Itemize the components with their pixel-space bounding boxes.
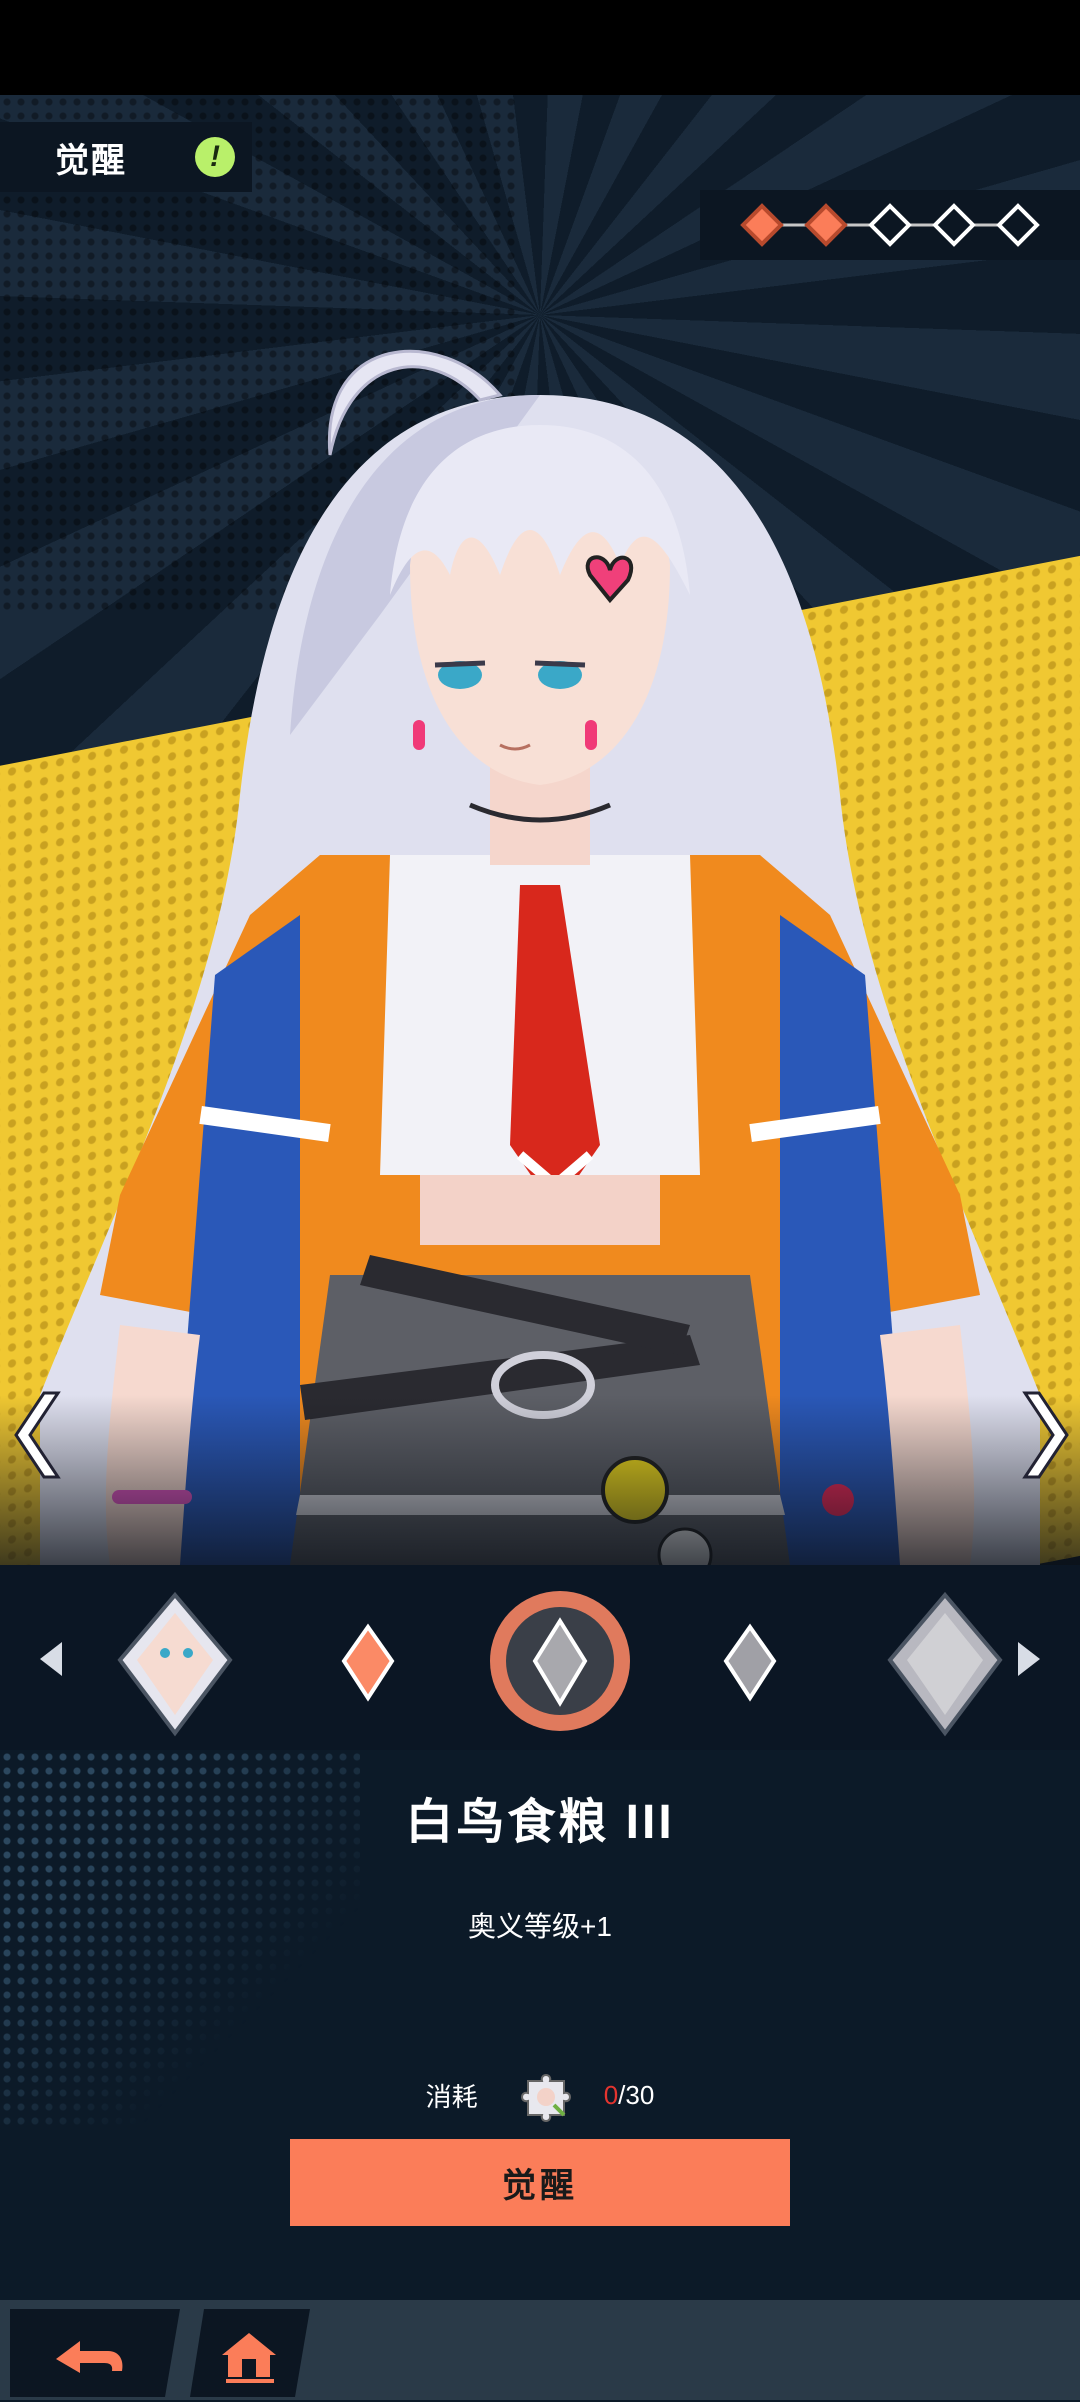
selector-next-arrow[interactable] [1018, 1642, 1040, 1676]
progress-diamond-filled [804, 203, 848, 247]
page-title: 觉醒 [55, 141, 127, 180]
character-stage [0, 95, 1080, 1565]
puzzle-fragment-icon [520, 2074, 571, 2122]
stage-floor-shadow [0, 1395, 1080, 1565]
skill-effect: 奥义等级+1 [468, 1911, 612, 1942]
awaken-node-2[interactable] [341, 1623, 395, 1702]
alert-badge[interactable]: ! [195, 137, 235, 177]
next-character-button[interactable] [1015, 1385, 1075, 1485]
cost-count: 0/30 [604, 2080, 655, 2111]
awaken-node-selector [0, 1565, 1080, 1750]
awaken-node-4[interactable] [723, 1623, 777, 1702]
awaken-node-5-portrait[interactable] [887, 1591, 1003, 1737]
back-button[interactable] [0, 2305, 180, 2397]
selector-prev-arrow[interactable] [40, 1642, 62, 1676]
progress-diamond-empty [932, 203, 976, 247]
awaken-node-1-portrait[interactable] [117, 1591, 233, 1737]
home-button[interactable] [188, 2305, 368, 2397]
progress-diamonds [740, 203, 1040, 247]
progress-diamond-empty [996, 203, 1040, 247]
chevron-left-icon [14, 1391, 61, 1479]
awaken-node-3-selected[interactable] [490, 1591, 630, 1731]
cost-row: 消耗 0/30 [0, 2065, 1080, 2125]
page-title-pill: 觉醒 ! [0, 122, 252, 192]
awaken-button[interactable]: 觉醒 [290, 2139, 790, 2226]
status-bar [0, 0, 1080, 95]
cost-need: /30 [618, 2079, 655, 2110]
chevron-right-icon [1022, 1391, 1069, 1479]
character-portrait [40, 349, 1040, 1565]
progress-diamond-empty [868, 203, 912, 247]
cost-have: 0 [603, 2079, 619, 2110]
prev-character-button[interactable] [8, 1385, 68, 1485]
awaken-info-panel: 白鸟食粮 III 奥义等级+1 消耗 0/30 觉醒 [0, 1750, 1080, 2300]
bottom-nav-bar [0, 2300, 1080, 2400]
skill-name: 白鸟食粮 III [405, 1796, 675, 1849]
cost-label: 消耗 [425, 2081, 478, 2112]
awaken-progress [700, 190, 1080, 260]
progress-diamond-filled [740, 203, 784, 247]
